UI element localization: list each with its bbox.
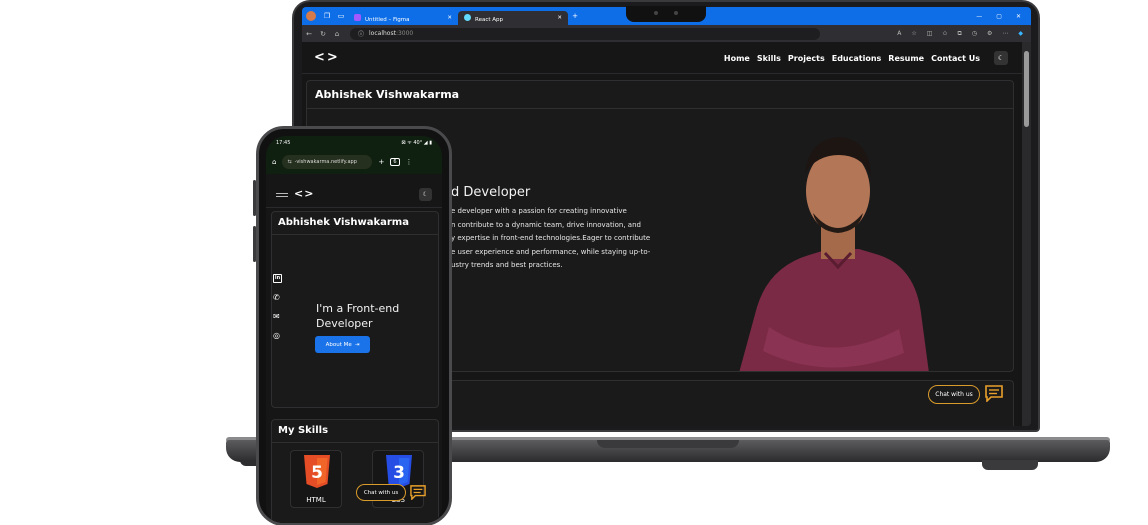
home-icon[interactable]: ⌂ <box>330 30 344 38</box>
social-links: in ✆ ✉ ◎ <box>273 274 282 340</box>
favorites-icon[interactable]: ✩ <box>942 30 947 38</box>
read-aloud-icon[interactable]: A <box>897 30 901 38</box>
nav-home[interactable]: Home <box>724 54 750 63</box>
main-nav: Home Skills Projects Educations Resume C… <box>724 54 980 63</box>
phone-time: 17:45 <box>276 140 291 146</box>
site-header: <> Home Skills Projects Educations Resum… <box>302 42 1022 74</box>
tab-figma[interactable]: Untitled – Figma ✕ <box>348 11 458 25</box>
favorite-icon[interactable]: ☆ <box>911 30 916 38</box>
nav-contact[interactable]: Contact Us <box>931 54 980 63</box>
refresh-icon[interactable]: ↻ <box>316 30 330 38</box>
chat-bubble-icon[interactable] <box>410 485 426 500</box>
divider <box>272 442 438 443</box>
about-me-button[interactable]: About Me ⇥ <box>315 336 370 353</box>
phone-frame: 17:45 ⊠ ᯤ 40° ◢ ▮ ⌂ ⇆ -vishwakarma.netli… <box>256 126 452 525</box>
divider <box>307 108 1013 109</box>
laptop-foot-right <box>982 460 1038 470</box>
svg-text:5: 5 <box>311 463 323 483</box>
maximize-icon[interactable]: ▢ <box>996 13 1002 20</box>
nav-skills[interactable]: Skills <box>757 54 781 63</box>
divider <box>272 234 438 235</box>
tabs-count-icon[interactable]: 6 <box>390 158 400 166</box>
chat-with-us-button[interactable]: Chat with us <box>356 484 406 501</box>
skills-title: My Skills <box>278 425 329 436</box>
more-icon[interactable]: ⋯ <box>1002 30 1008 38</box>
hero-description: e developer with a passion for creating … <box>451 207 651 269</box>
hero-name: Abhishek Vishwakarma <box>278 217 409 228</box>
info-icon: ⓘ <box>358 31 365 38</box>
phone-icon[interactable]: ✆ <box>273 293 282 302</box>
phone-screen: 17:45 ⊠ ᯤ 40° ◢ ▮ ⌂ ⇆ -vishwakarma.netli… <box>266 136 442 523</box>
history-icon[interactable]: ◷ <box>972 30 977 38</box>
tab-react-app[interactable]: React App ✕ <box>458 11 568 25</box>
login-arrow-icon: ⇥ <box>354 341 360 348</box>
device-mockup-stage: ❐ ▭ Untitled – Figma ✕ React App ✕ + — ▢… <box>0 0 1148 525</box>
status-icons: ⊠ ᯤ 40° ◢ ▮ <box>401 140 432 146</box>
profile-avatar[interactable] <box>306 11 316 21</box>
copilot-icon[interactable]: ◆ <box>1018 30 1023 38</box>
back-icon[interactable]: ← <box>302 30 316 38</box>
laptop-open-notch <box>597 440 739 448</box>
minimize-icon[interactable]: — <box>976 13 982 20</box>
linkedin-icon[interactable]: in <box>273 274 282 283</box>
address-bar[interactable]: ⓘ localhost:3000 <box>350 27 820 40</box>
hero-role: d Developer <box>451 185 531 200</box>
camera-notch <box>626 6 706 22</box>
close-icon[interactable]: ✕ <box>557 15 562 21</box>
home-icon[interactable]: ⌂ <box>272 158 276 166</box>
chat-bubble-icon[interactable] <box>985 385 1003 402</box>
site-logo[interactable]: <> <box>294 187 314 200</box>
browser-tools: A ☆ ◫ ✩ ⧉ ◷ ⚙ ⋯ ◆ <box>897 30 1031 38</box>
mobile-skills-card: My Skills 5 HTML 3 CSS <box>271 419 439 523</box>
mobile-site-header: <> ☾ <box>266 180 442 208</box>
workspaces-icon[interactable]: ❐ <box>320 7 334 25</box>
site-settings-icon: ⇆ <box>287 159 292 165</box>
skill-html[interactable]: 5 HTML <box>290 450 342 508</box>
more-options-icon[interactable]: ⋮ <box>406 158 413 166</box>
theme-toggle-moon-icon[interactable]: ☾ <box>994 51 1008 65</box>
hamburger-menu-icon[interactable] <box>276 193 288 197</box>
new-tab-icon[interactable]: + <box>378 158 384 166</box>
mobile-hero-role: I'm a Front-end Developer <box>316 302 400 330</box>
phone-status-bar: 17:45 ⊠ ᯤ 40° ◢ ▮ <box>266 136 442 150</box>
theme-toggle-moon-icon[interactable]: ☾ <box>419 188 432 201</box>
hero-name: Abhishek Vishwakarma <box>315 88 460 101</box>
extensions-icon[interactable]: ⚙ <box>987 30 992 38</box>
tab-actions-icon[interactable]: ▭ <box>334 7 348 25</box>
close-icon[interactable]: ✕ <box>447 15 452 21</box>
site-logo[interactable]: <> <box>314 50 340 65</box>
html5-icon: 5 <box>304 455 330 488</box>
figma-icon <box>354 13 361 21</box>
nav-resume[interactable]: Resume <box>888 54 924 63</box>
collections-icon[interactable]: ⧉ <box>957 30 961 38</box>
split-screen-icon[interactable]: ◫ <box>927 30 933 38</box>
react-icon <box>464 13 471 21</box>
whatsapp-icon[interactable]: ◎ <box>273 331 282 340</box>
new-tab-button[interactable]: + <box>568 7 582 25</box>
scroll-thumb[interactable] <box>1024 51 1029 127</box>
mobile-address-bar[interactable]: ⇆ -vishwakarma.netlify.app <box>282 155 373 169</box>
address-toolbar: ← ↻ ⌂ ⓘ localhost:3000 A ☆ ◫ ✩ ⧉ ◷ ⚙ ⋯ ◆ <box>302 25 1031 42</box>
nav-projects[interactable]: Projects <box>788 54 825 63</box>
nav-educations[interactable]: Educations <box>832 54 882 63</box>
mobile-address-toolbar: ⌂ ⇆ -vishwakarma.netlify.app + 6 ⋮ <box>266 150 442 174</box>
profile-photo <box>739 137 929 371</box>
chat-with-us-button[interactable]: Chat with us <box>928 385 980 404</box>
window-controls: — ▢ ✕ <box>976 13 1031 20</box>
close-window-icon[interactable]: ✕ <box>1016 13 1021 20</box>
svg-text:3: 3 <box>393 463 405 483</box>
email-icon[interactable]: ✉ <box>273 312 282 321</box>
